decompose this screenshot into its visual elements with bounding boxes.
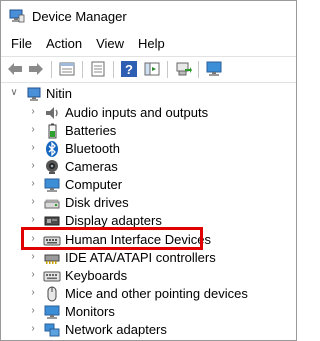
tree-item-label: Network adapters bbox=[65, 322, 167, 337]
expand-chevron-icon[interactable]: › bbox=[28, 125, 38, 135]
ide-controller-icon bbox=[44, 254, 60, 264]
disk-drive-icon bbox=[44, 199, 60, 209]
toolbar: ? bbox=[1, 56, 296, 83]
svg-text:?: ? bbox=[125, 62, 133, 77]
computer-icon bbox=[44, 178, 60, 192]
device-manager-window: Device Manager File Action View Help ? ∨… bbox=[0, 0, 297, 341]
menu-view[interactable]: View bbox=[89, 35, 131, 53]
expand-chevron-icon[interactable]: › bbox=[28, 288, 38, 298]
expand-chevron-icon[interactable]: › bbox=[28, 179, 38, 189]
tree-item-audio-inputs-and-outputs[interactable]: › Audio inputs and outputs bbox=[1, 103, 296, 123]
expand-chevron-icon[interactable]: › bbox=[28, 161, 38, 171]
menu-action[interactable]: Action bbox=[39, 35, 89, 53]
battery-icon bbox=[48, 123, 57, 139]
expand-chevron-icon[interactable]: › bbox=[28, 107, 38, 117]
tree-item-label: Keyboards bbox=[65, 268, 128, 283]
toolbar-separator bbox=[113, 61, 114, 78]
tree-item-bluetooth[interactable]: › Bluetooth bbox=[1, 139, 296, 159]
tree-root[interactable]: ∨ Nitin bbox=[1, 84, 296, 104]
monitor-icon[interactable] bbox=[205, 60, 223, 78]
monitor-icon bbox=[44, 305, 60, 319]
tree-item-label: IDE ATA/ATAPI controllers bbox=[65, 250, 216, 265]
tree-item-disk-drives[interactable]: › Disk drives bbox=[1, 193, 296, 213]
toolbar-separator bbox=[51, 61, 52, 78]
tree-item-label: Computer bbox=[65, 177, 123, 192]
tree-item-batteries[interactable]: › Batteries bbox=[1, 121, 296, 141]
tree-item-computer[interactable]: › Computer bbox=[1, 175, 296, 195]
back-arrow-icon[interactable] bbox=[6, 60, 24, 78]
camera-icon bbox=[46, 160, 58, 174]
tree-item-network-adapters[interactable]: › Network adapters bbox=[1, 320, 296, 340]
device-manager-app-icon bbox=[9, 9, 25, 23]
expand-chevron-icon[interactable]: › bbox=[28, 143, 38, 153]
toolbar-separator bbox=[82, 61, 83, 78]
speaker-icon bbox=[46, 107, 58, 119]
tree-item-cameras[interactable]: › Cameras bbox=[1, 157, 296, 177]
tree-item-label: Bluetooth bbox=[65, 141, 120, 156]
tree-item-keyboards[interactable]: › Keyboards bbox=[1, 266, 296, 286]
update-driver-icon[interactable] bbox=[89, 60, 107, 78]
scan-hardware-icon[interactable] bbox=[174, 60, 192, 78]
help-icon[interactable]: ? bbox=[120, 60, 138, 78]
properties-icon[interactable] bbox=[58, 60, 76, 78]
toolbar-separator bbox=[167, 61, 168, 78]
window-title: Device Manager bbox=[32, 9, 127, 24]
action-pane-icon[interactable] bbox=[143, 60, 161, 78]
mouse-icon bbox=[47, 286, 57, 302]
tree-root-label: Nitin bbox=[46, 86, 73, 101]
tree-item-mice-and-other-pointing-devices[interactable]: › Mice and other pointing devices bbox=[1, 284, 296, 304]
collapse-chevron-icon[interactable]: ∨ bbox=[9, 88, 19, 98]
expand-chevron-icon[interactable]: › bbox=[28, 324, 38, 334]
toolbar-separator bbox=[198, 61, 199, 78]
network-adapter-icon bbox=[44, 323, 60, 337]
computer-root-icon bbox=[27, 87, 41, 101]
expand-chevron-icon[interactable]: › bbox=[28, 197, 38, 207]
title-bar: Device Manager bbox=[1, 1, 296, 32]
highlight-box bbox=[21, 227, 203, 250]
keyboard-icon bbox=[43, 271, 61, 282]
bluetooth-icon bbox=[46, 141, 58, 157]
menu-help[interactable]: Help bbox=[131, 35, 172, 53]
tree-item-ide-ata-atapi-controllers[interactable]: › IDE ATA/ATAPI controllers bbox=[1, 248, 296, 268]
tree-item-label: Cameras bbox=[65, 159, 118, 174]
expand-chevron-icon[interactable]: › bbox=[28, 270, 38, 280]
tree-item-monitors[interactable]: › Monitors bbox=[1, 302, 296, 322]
menu-bar: File Action View Help bbox=[1, 33, 296, 54]
forward-arrow-icon[interactable] bbox=[27, 60, 45, 78]
tree-item-label: Mice and other pointing devices bbox=[65, 286, 248, 301]
expand-chevron-icon[interactable]: › bbox=[28, 252, 38, 262]
tree-item-label: Disk drives bbox=[65, 195, 129, 210]
tree-item-label: Batteries bbox=[65, 123, 117, 138]
device-tree: ∨ Nitin › Audio inputs and outputs › Bat… bbox=[1, 83, 296, 340]
tree-item-label: Monitors bbox=[65, 304, 115, 319]
expand-chevron-icon[interactable]: › bbox=[28, 215, 38, 225]
menu-file[interactable]: File bbox=[1, 35, 39, 53]
expand-chevron-icon[interactable]: › bbox=[28, 306, 38, 316]
tree-item-label: Audio inputs and outputs bbox=[65, 105, 209, 120]
